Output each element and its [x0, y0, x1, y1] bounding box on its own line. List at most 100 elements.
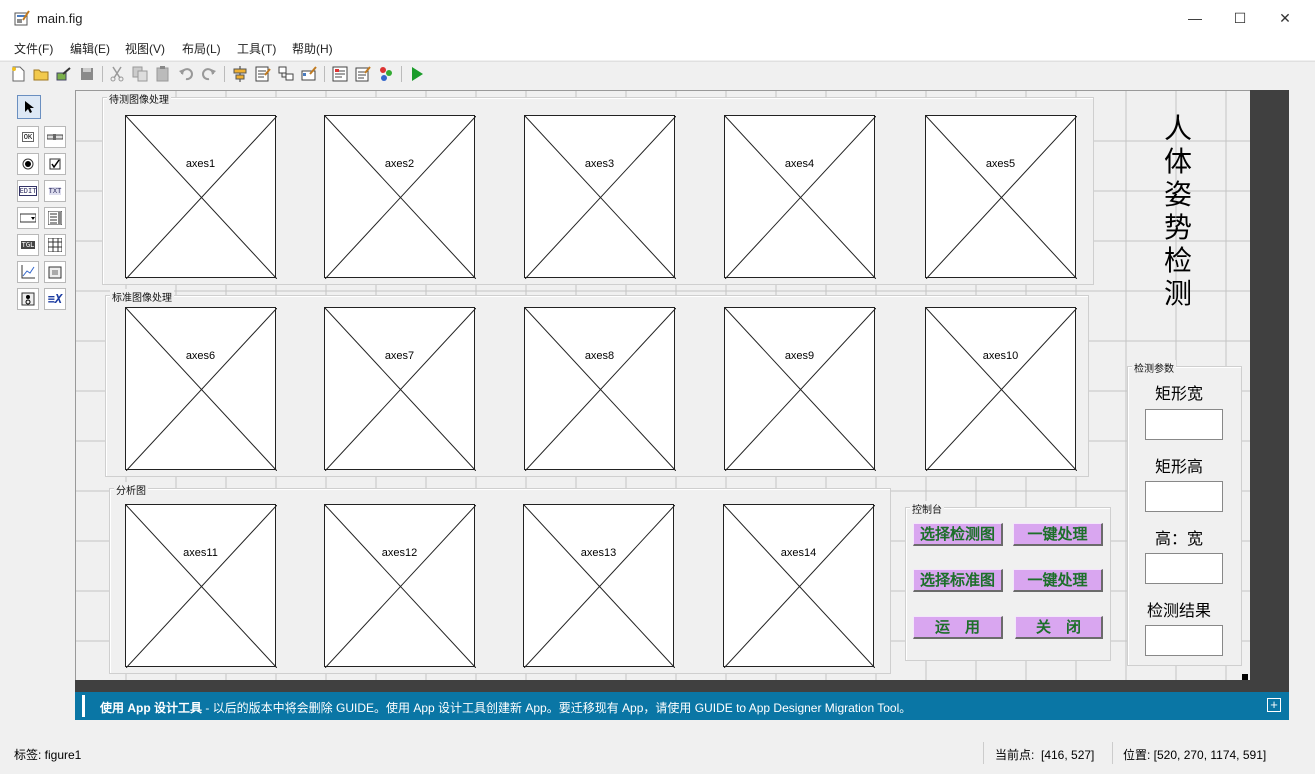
button-group-tool-icon[interactable]	[17, 288, 39, 310]
menu-layout[interactable]: 布局(L)	[182, 40, 221, 57]
axes-label: axes5	[985, 158, 1016, 170]
toolbar	[0, 61, 1315, 88]
new-file-icon[interactable]	[9, 65, 27, 83]
menu-help[interactable]: 帮助(H)	[292, 40, 333, 57]
status-position: 位置: [520, 270, 1174, 591]	[1123, 748, 1267, 762]
activex-control-tool-icon[interactable]: ≡X	[44, 288, 66, 310]
axes-placeholder[interactable]: axes8	[524, 307, 676, 471]
close-window-button[interactable]: ✕	[1262, 0, 1308, 36]
slider-tool-icon[interactable]	[44, 126, 66, 148]
axes-label: axes7	[384, 350, 415, 362]
one-key-process-button-1[interactable]: 一键处理	[1013, 523, 1103, 546]
toolbar-separator	[224, 66, 225, 82]
redo-icon[interactable]	[200, 65, 218, 83]
table-tool-icon[interactable]	[44, 234, 66, 256]
panel-detection-params-title: 检测参数	[1132, 360, 1176, 375]
toolbar-separator	[401, 66, 402, 82]
rect-height-label: 矩形高	[1154, 457, 1203, 476]
select-detect-image-button[interactable]: 选择检测图	[913, 523, 1003, 546]
expand-banner-icon[interactable]: +	[1267, 698, 1281, 712]
popup-menu-tool-icon[interactable]	[17, 207, 39, 229]
status-tag: 标签: figure1	[14, 748, 82, 762]
axes-placeholder[interactable]: axes4	[724, 115, 876, 279]
undo-icon[interactable]	[177, 65, 195, 83]
axes-label: axes9	[784, 350, 815, 362]
listbox-tool-icon[interactable]	[44, 207, 66, 229]
close-button[interactable]: 关 闭	[1015, 616, 1103, 639]
panel-standard-image-title: 标准图像处理	[110, 289, 174, 304]
status-separator	[1112, 742, 1113, 764]
axes-placeholder[interactable]: axes14	[723, 504, 875, 668]
edit-text-tool-icon[interactable]: EDIT	[17, 180, 39, 202]
axes-label: axes10	[982, 350, 1019, 362]
rect-width-field[interactable]	[1145, 409, 1223, 440]
status-bar: 标签: figure1 当前点: [416, 527] 位置: [520, 27…	[0, 742, 1315, 764]
toolbar-separator	[324, 66, 325, 82]
figure-app-icon	[14, 10, 30, 26]
menu-edit[interactable]: 编辑(E)	[70, 40, 110, 57]
toggle-button-tool-icon[interactable]: TGL	[17, 234, 39, 256]
tab-order-editor-icon[interactable]	[277, 65, 295, 83]
toolbar-editor-icon[interactable]	[300, 65, 318, 83]
detection-result-field[interactable]	[1145, 625, 1223, 656]
run-figure-icon[interactable]	[408, 65, 426, 83]
window-title: main.fig	[37, 11, 83, 26]
copy-icon[interactable]	[131, 65, 149, 83]
rect-width-label: 矩形宽	[1154, 384, 1203, 403]
ratio-label: 高：宽	[1154, 529, 1203, 548]
detection-result-label: 检测结果	[1146, 601, 1211, 620]
toolbar-separator	[102, 66, 103, 82]
ratio-field[interactable]	[1145, 553, 1223, 584]
axes-placeholder[interactable]: axes11	[125, 504, 277, 668]
axes-placeholder[interactable]: axes3	[524, 115, 676, 279]
axes-label: axes14	[780, 547, 817, 559]
axes-label: axes11	[183, 547, 218, 559]
maximize-button[interactable]: ☐	[1217, 0, 1263, 36]
axes-placeholder[interactable]: axes7	[324, 307, 476, 471]
static-text-tool-icon[interactable]: TXT	[44, 180, 66, 202]
axes-placeholder[interactable]: axes6	[125, 307, 277, 471]
banner-bold-text[interactable]: 使用 App 设计工具	[100, 701, 202, 715]
select-tool-icon[interactable]	[17, 95, 41, 119]
radio-button-tool-icon[interactable]	[17, 153, 39, 175]
canvas-border-right	[1250, 90, 1289, 682]
banner-accent	[82, 695, 85, 717]
resize-handle[interactable]	[1242, 674, 1248, 680]
axes-placeholder[interactable]: axes2	[324, 115, 476, 279]
axes-label: axes4	[784, 158, 815, 170]
align-objects-icon[interactable]	[231, 65, 249, 83]
editor-icon[interactable]	[331, 65, 349, 83]
axes-placeholder[interactable]: axes10	[925, 307, 1077, 471]
open-folder-icon[interactable]	[32, 65, 50, 83]
menu-tools[interactable]: 工具(T)	[237, 40, 276, 57]
axes-placeholder[interactable]: axes9	[724, 307, 876, 471]
cut-icon[interactable]	[108, 65, 126, 83]
title-bar	[0, 0, 1315, 36]
save-icon[interactable]	[78, 65, 96, 83]
select-standard-image-button[interactable]: 选择标准图	[913, 569, 1003, 592]
apply-button[interactable]: 运 用	[913, 616, 1003, 639]
banner-text: - 以后的版本中将会删除 GUIDE。使用 App 设计工具创建新 App。要迁…	[202, 701, 912, 715]
axes-label: axes3	[584, 158, 615, 170]
export-icon[interactable]	[55, 65, 73, 83]
property-inspector-icon[interactable]	[354, 65, 372, 83]
one-key-process-button-2[interactable]: 一键处理	[1013, 569, 1103, 592]
menu-view[interactable]: 视图(V)	[125, 40, 165, 57]
push-button-tool-icon[interactable]: OK	[17, 126, 39, 148]
axes-tool-icon[interactable]	[17, 261, 39, 283]
panel-tool-icon[interactable]	[44, 261, 66, 283]
object-browser-icon[interactable]	[377, 65, 395, 83]
axes-label: axes2	[384, 158, 415, 170]
checkbox-tool-icon[interactable]	[44, 153, 66, 175]
axes-placeholder[interactable]: axes12	[324, 504, 476, 668]
rect-height-field[interactable]	[1145, 481, 1223, 512]
paste-icon[interactable]	[154, 65, 172, 83]
axes-label: axes1	[185, 158, 216, 170]
axes-label: axes12	[381, 547, 418, 559]
axes-placeholder[interactable]: axes13	[523, 504, 675, 668]
axes-placeholder[interactable]: axes1	[125, 115, 277, 279]
menu-file[interactable]: 文件(F)	[14, 40, 53, 57]
menu-editor-icon[interactable]	[254, 65, 272, 83]
axes-placeholder[interactable]: axes5	[925, 115, 1077, 279]
minimize-button[interactable]: —	[1172, 0, 1218, 36]
